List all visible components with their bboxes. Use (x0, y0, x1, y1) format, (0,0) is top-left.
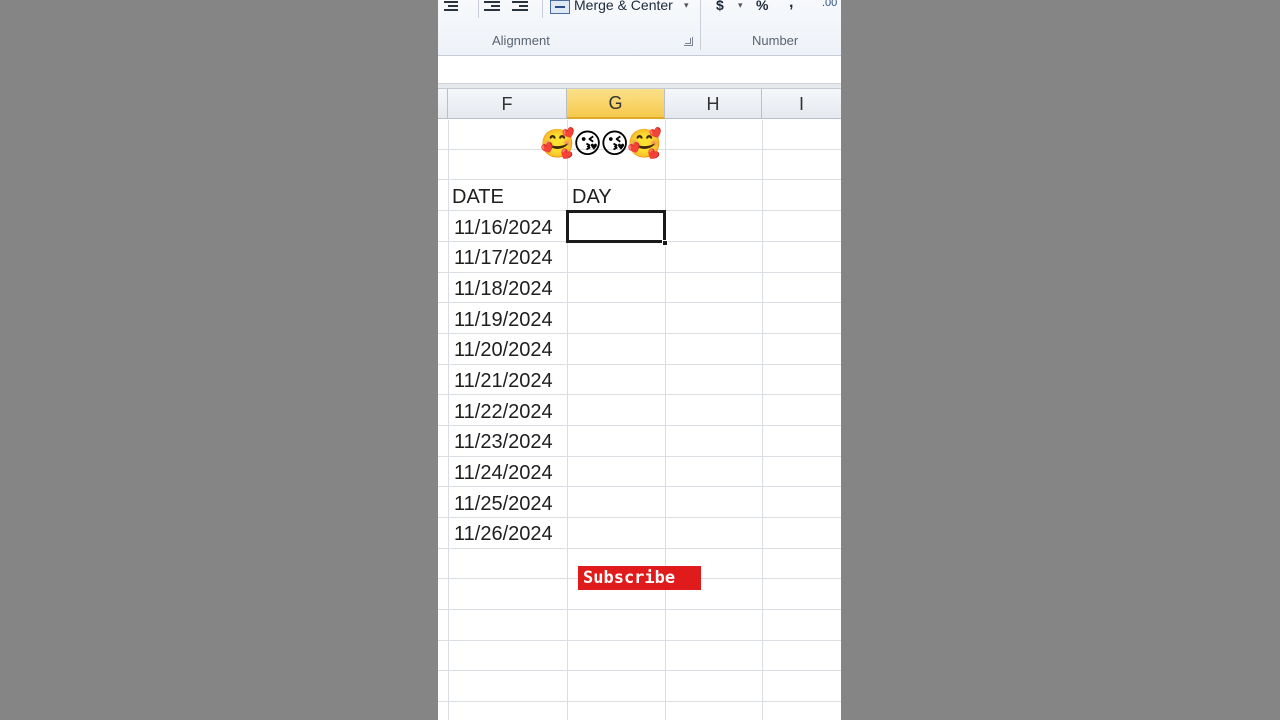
date-cell[interactable]: 11/19/2024 (454, 309, 553, 332)
subscribe-badge[interactable]: Subscribe (578, 566, 701, 590)
column-headers: F G H I (438, 89, 841, 119)
align-right-icon[interactable] (444, 1, 460, 13)
comma-style-button[interactable]: , (789, 0, 793, 12)
date-cell[interactable]: 11/20/2024 (454, 339, 553, 362)
gridline (438, 179, 841, 180)
percent-style-button[interactable]: % (756, 0, 768, 13)
merge-center-icon[interactable] (550, 0, 570, 14)
ribbon-separator (478, 0, 479, 18)
merge-center-dropdown-icon[interactable]: ▾ (684, 0, 689, 11)
column-header-g[interactable]: G (567, 89, 665, 119)
row-header-corner[interactable] (438, 89, 448, 119)
date-cell[interactable]: 11/22/2024 (454, 401, 553, 424)
merge-center-button[interactable]: Merge & Center (574, 0, 673, 13)
active-cell-g4[interactable] (566, 210, 666, 243)
date-cell[interactable]: 11/25/2024 (454, 493, 553, 516)
gridline (438, 272, 841, 273)
increase-decimal-button[interactable]: .00 (822, 0, 837, 9)
alignment-group-label: Alignment (492, 33, 550, 48)
column-header-h[interactable]: H (665, 89, 762, 119)
gridline (438, 333, 841, 334)
gridline (438, 394, 841, 395)
gridline (438, 486, 841, 487)
header-date-cell[interactable]: DATE (452, 186, 504, 209)
gridline (438, 425, 841, 426)
gridline (438, 456, 841, 457)
decrease-indent-icon[interactable] (484, 1, 500, 13)
date-cell[interactable]: 11/17/2024 (454, 247, 553, 270)
gridline (438, 640, 841, 641)
accounting-format-dropdown-icon[interactable]: ▾ (738, 0, 743, 11)
cell-grid[interactable]: 🥰😘😘🥰 DATE DAY 11/16/2024 11/17/2024 11/1… (438, 120, 841, 720)
emoji-decoration: 🥰😘😘🥰 (540, 127, 662, 160)
date-cell[interactable]: 11/23/2024 (454, 431, 553, 454)
excel-window: Merge & Center ▾ $ ▾ % , .00 Alignment N… (438, 0, 841, 720)
gridline (438, 670, 841, 671)
ribbon-separator (542, 0, 543, 18)
date-cell[interactable]: 11/26/2024 (454, 523, 553, 546)
dialog-launcher-icon[interactable] (684, 37, 693, 46)
column-header-f[interactable]: F (448, 89, 567, 119)
ribbon-group-separator (700, 0, 701, 50)
date-cell[interactable]: 11/24/2024 (454, 462, 553, 485)
date-cell[interactable]: 11/18/2024 (454, 278, 553, 301)
gridline (438, 302, 841, 303)
column-header-i[interactable]: I (762, 89, 841, 119)
number-group-label: Number (752, 33, 799, 48)
fill-handle[interactable] (662, 240, 668, 246)
gridline (438, 364, 841, 365)
gridline (438, 548, 841, 549)
ribbon: Merge & Center ▾ $ ▾ % , .00 Alignment N… (438, 0, 841, 56)
gridline (438, 701, 841, 702)
increase-indent-icon[interactable] (512, 1, 528, 13)
header-day-cell[interactable]: DAY (572, 186, 612, 209)
accounting-format-button[interactable]: $ (716, 0, 724, 13)
gridline (438, 517, 841, 518)
formula-bar[interactable] (438, 56, 841, 84)
gridline (438, 609, 841, 610)
date-cell[interactable]: 11/16/2024 (454, 217, 553, 240)
date-cell[interactable]: 11/21/2024 (454, 370, 553, 393)
